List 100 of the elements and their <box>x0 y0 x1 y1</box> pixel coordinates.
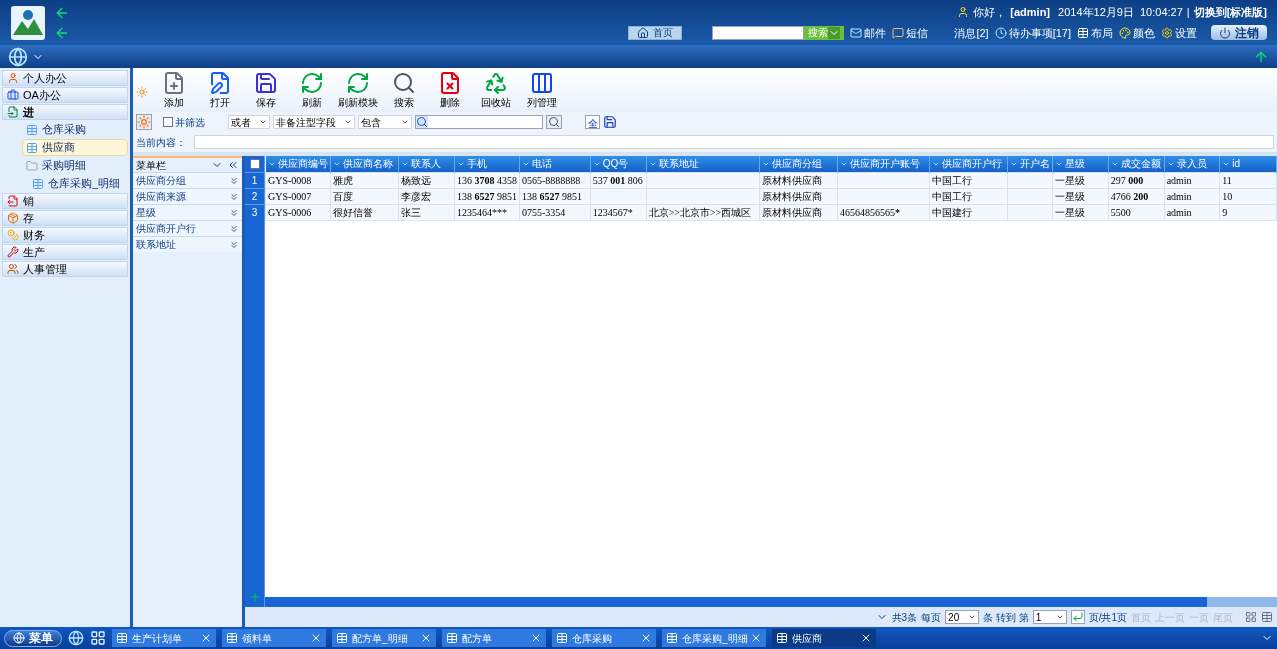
per-page-select[interactable]: 20 <box>945 610 980 624</box>
globe-icon[interactable] <box>68 630 84 646</box>
toolbar-button[interactable]: 添加 <box>154 71 194 110</box>
table-cell: 138 6527 9851 <box>456 190 517 202</box>
column-header[interactable]: 供应商分组 <box>759 156 838 172</box>
column-header[interactable]: 联系地址 <box>646 156 760 172</box>
go-icon[interactable] <box>1070 610 1085 624</box>
logout-button[interactable]: 注销 <box>1211 25 1267 41</box>
home-button[interactable]: 首页 <box>628 25 683 40</box>
table-icon <box>336 632 348 644</box>
toolbar-button[interactable]: 保存 <box>246 71 286 110</box>
field-select[interactable]: 非备注型字段 <box>273 115 355 129</box>
toolbar-button[interactable]: 刷新模块 <box>338 71 378 110</box>
column-header[interactable]: 录入员 <box>1164 156 1220 172</box>
table-cell: 很好信誉 <box>332 206 373 218</box>
header-link[interactable]: 邮件 <box>850 24 887 41</box>
column-header[interactable]: 星级 <box>1052 156 1109 172</box>
menu-panel-item[interactable]: 星级 <box>133 204 242 220</box>
column-header[interactable]: 供应商名称 <box>330 156 399 172</box>
collapse-icon[interactable] <box>227 159 239 171</box>
sidebar-group[interactable]: 人事管理 <box>2 261 128 277</box>
column-header[interactable]: QQ号 <box>590 156 647 172</box>
start-menu-button[interactable]: 菜单 <box>4 629 62 647</box>
toolbar-button[interactable]: 列管理 <box>522 71 562 110</box>
menu-panel-item[interactable]: 供应商来源 <box>133 188 242 204</box>
header-link[interactable]: 待办事项[17] <box>994 24 1071 41</box>
sidebar-group[interactable]: 存 <box>2 210 128 226</box>
add-file-icon <box>162 71 186 95</box>
menu-panel-item[interactable]: 供应商分组 <box>133 172 242 188</box>
select-all-checkbox[interactable] <box>249 159 260 169</box>
table-cell: 537 001 806 <box>592 174 643 186</box>
sidebar-group[interactable]: 个人办公 <box>2 70 128 86</box>
taskbar-tab[interactable]: 仓库采购_明细 <box>662 629 766 647</box>
toolbar-button[interactable]: 打开 <box>200 71 240 110</box>
save-icon[interactable] <box>603 115 617 129</box>
current-content-field[interactable] <box>194 135 1274 149</box>
message-icon <box>892 26 905 39</box>
sidebar-group[interactable]: 销 <box>2 193 128 209</box>
toolbar-button[interactable]: 回收站 <box>476 71 516 110</box>
column-header[interactable]: id <box>1219 156 1277 172</box>
filter-settings-icon[interactable] <box>136 114 152 130</box>
taskbar-tab[interactable]: 生产计划单 <box>112 629 216 647</box>
menu-panel-item[interactable]: 供应商开户行 <box>133 220 242 236</box>
username-text: [admin] <box>1010 5 1051 20</box>
refresh-icon <box>300 71 324 95</box>
and-filter-checkbox[interactable]: 并筛选 <box>163 114 205 130</box>
operator-select[interactable]: 包含 <box>358 115 412 129</box>
sidebar-item[interactable]: 采购明细 <box>22 157 128 174</box>
toolbar-button[interactable]: 刷新 <box>292 71 332 110</box>
header-link[interactable]: 消息[2] <box>954 24 989 41</box>
horizontal-scrollbar[interactable] <box>265 597 1277 607</box>
sidebar-group[interactable]: OA办公 <box>2 87 128 103</box>
dropdown-icon <box>828 26 841 39</box>
layout-icon[interactable] <box>1245 611 1257 623</box>
caret-icon <box>968 613 977 621</box>
header-link[interactable]: 布局 <box>1077 24 1113 41</box>
column-header[interactable]: 供应商开户行 <box>929 156 1008 172</box>
caret-icon <box>1055 613 1064 621</box>
column-header[interactable]: 开户名 <box>1007 156 1053 172</box>
datetime-text: 2014年12月9日 10:04:27 <box>1058 5 1183 20</box>
table-cell: 百度 <box>332 190 353 202</box>
header-link[interactable]: 短信 <box>892 24 929 41</box>
logic-select[interactable]: 或者 <box>228 115 270 129</box>
switch-version-link[interactable]: 切换到[标准版] <box>1193 4 1267 21</box>
column-header[interactable]: 供应商开户账号 <box>837 156 930 172</box>
column-header[interactable]: 供应商编号 <box>265 156 330 172</box>
select-all-button[interactable]: 全 <box>585 115 600 129</box>
grid-icon[interactable] <box>90 630 106 646</box>
caret-icon <box>259 118 267 126</box>
search-field[interactable] <box>712 25 805 40</box>
taskbar-tab[interactable]: 供应商 <box>772 629 876 647</box>
taskbar-tab[interactable]: 配方单_明细 <box>332 629 436 647</box>
page-select[interactable]: 1 <box>1032 610 1067 624</box>
header-link[interactable]: 设置 <box>1161 24 1197 41</box>
save-icon <box>254 71 278 95</box>
menu-panel-title: 菜单栏 <box>136 158 166 173</box>
menu-panel-item[interactable]: 联系地址 <box>133 236 242 252</box>
taskbar-tab[interactable]: 领料单 <box>222 629 326 647</box>
header-link[interactable]: 颜色 <box>1119 24 1155 41</box>
sidebar-item[interactable]: 仓库采购_明细 <box>28 175 128 192</box>
filter-value-field[interactable] <box>415 115 543 129</box>
column-header[interactable]: 联系人 <box>398 156 455 172</box>
column-header[interactable]: 成交金额 <box>1108 156 1165 172</box>
toolbar-button[interactable]: 删除 <box>430 71 470 110</box>
sidebar-item[interactable]: 仓库采购 <box>22 121 128 138</box>
column-header[interactable]: 电话 <box>519 156 591 172</box>
search-button[interactable] <box>546 115 562 129</box>
taskbar-tab[interactable]: 仓库采购 <box>552 629 656 647</box>
table-cell: 136 3708 4358 <box>456 174 517 186</box>
globe-icon[interactable] <box>8 46 28 67</box>
taskbar-tab[interactable]: 配方单 <box>442 629 546 647</box>
table-cell: 1235464*** <box>456 206 507 218</box>
sidebar-item[interactable]: 供应商 <box>22 139 128 156</box>
sidebar-group[interactable]: 财务 <box>2 227 128 243</box>
toolbar-button[interactable]: 搜索 <box>384 71 424 110</box>
sidebar-group[interactable]: 生产 <box>2 244 128 260</box>
sidebar-group[interactable]: 进 <box>2 104 128 120</box>
table-icon[interactable] <box>1261 611 1273 623</box>
column-header[interactable]: 手机 <box>454 156 520 172</box>
close-icon[interactable] <box>860 632 872 644</box>
